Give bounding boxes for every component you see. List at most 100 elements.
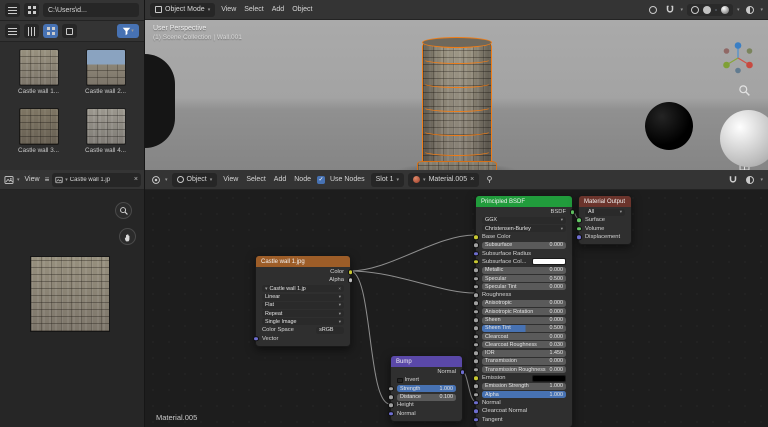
input-socket[interactable] (473, 284, 479, 290)
hamburger-icon[interactable]: ≡ (45, 175, 50, 184)
distance-slider[interactable]: Distance 0.100 (391, 393, 462, 401)
output-socket[interactable] (570, 209, 576, 215)
image-field[interactable]: ▾ Castle wall 1.jp × (256, 285, 350, 293)
sss-method-dropdown[interactable]: Christensen-Burley▾ (476, 225, 572, 233)
bsdf-row-ior[interactable]: IOR1.450 (476, 349, 572, 357)
menu-node[interactable]: Node (292, 176, 313, 183)
proportional-edit-icon[interactable] (646, 3, 659, 16)
filter-settings-button[interactable] (24, 3, 39, 17)
rendered-shading-icon[interactable] (721, 6, 729, 14)
bsdf-row-subsurface[interactable]: Subsurface0.000 (476, 241, 572, 249)
bsdf-row-sheen-tint[interactable]: Sheen Tint0.500 (476, 324, 572, 332)
bsdf-row-anisotropic-rotation[interactable]: Anisotropic Rotation0.000 (476, 308, 572, 316)
target-dropdown[interactable]: All▾ (579, 208, 631, 216)
input-socket[interactable] (473, 400, 479, 406)
input-socket[interactable] (473, 350, 479, 356)
menu-add[interactable]: Add (272, 176, 288, 183)
input-socket[interactable] (576, 234, 582, 240)
strength-slider[interactable]: Strength 1.000 (391, 385, 462, 393)
input-socket[interactable] (473, 359, 479, 365)
menu-add[interactable]: Add (270, 6, 286, 13)
use-nodes-checkbox[interactable]: ✓ Use Nodes (317, 176, 367, 184)
bsdf-row-roughness[interactable]: Roughness (476, 291, 572, 299)
file-item-castle-wall-1[interactable]: Castle wall 1... (6, 49, 71, 105)
input-socket[interactable] (473, 417, 479, 423)
input-socket[interactable] (388, 386, 394, 392)
white-sphere-object[interactable] (720, 110, 768, 167)
invert-checkbox[interactable]: Invert (391, 376, 462, 384)
input-height[interactable]: Height (391, 401, 462, 409)
node-title[interactable]: Principled BSDF (476, 196, 572, 207)
material-output-node[interactable]: Material Output All▾ Surface Volume Disp… (578, 195, 632, 245)
file-item-castle-wall-3[interactable]: Castle wall 3... (6, 108, 71, 164)
viewport-canvas[interactable]: User Perspective (1) Scene Collection | … (145, 20, 768, 170)
input-displacement[interactable]: Displacement (579, 233, 631, 241)
bsdf-row-normal[interactable]: Normal (476, 399, 572, 407)
input-socket[interactable] (388, 394, 394, 400)
output-alpha[interactable]: Alpha (256, 276, 350, 284)
pan-tool-button[interactable] (119, 228, 136, 245)
input-surface[interactable]: Surface (579, 216, 631, 224)
output-socket[interactable] (460, 369, 466, 375)
image-datablock-selector[interactable]: ▾ Castle wall 1.jp × (52, 173, 141, 187)
bsdf-row-sheen[interactable]: Sheen0.000 (476, 316, 572, 324)
input-socket[interactable] (473, 384, 479, 390)
black-sphere-object[interactable] (645, 102, 693, 150)
input-socket[interactable] (473, 375, 479, 381)
input-socket[interactable] (253, 336, 259, 342)
bsdf-row-tangent[interactable]: Tangent (476, 415, 572, 423)
bsdf-row-subsurface-col-[interactable]: Subsurface Col... (476, 258, 572, 266)
input-socket[interactable] (473, 276, 479, 282)
snap-magnet-icon[interactable] (726, 173, 739, 186)
input-socket[interactable] (473, 292, 479, 298)
editor-type-button[interactable] (3, 173, 14, 186)
zoom-icon[interactable] (738, 84, 751, 102)
menu-select[interactable]: Select (242, 6, 265, 13)
tower-object[interactable] (413, 34, 501, 170)
chevron-down-icon[interactable]: ▾ (17, 177, 20, 183)
bsdf-row-transmission[interactable]: Transmission0.000 (476, 357, 572, 365)
input-normal[interactable]: Normal (391, 409, 462, 417)
menu-view[interactable]: View (23, 176, 42, 183)
input-socket[interactable] (473, 301, 479, 307)
view-horizontal-list-button[interactable] (24, 24, 39, 38)
bsdf-row-transmission-roughness[interactable]: Transmission Roughness0.000 (476, 366, 572, 374)
input-socket[interactable] (473, 267, 479, 273)
input-socket[interactable] (388, 411, 394, 417)
bsdf-row-specular[interactable]: Specular0.500 (476, 274, 572, 282)
input-socket[interactable] (473, 243, 479, 249)
input-volume[interactable]: Volume (579, 225, 631, 233)
input-socket[interactable] (576, 218, 582, 224)
snap-magnet-icon[interactable] (663, 3, 676, 16)
input-socket[interactable] (473, 259, 479, 265)
colorspace-row[interactable]: Color Space sRGB (256, 326, 350, 334)
output-socket[interactable] (348, 269, 354, 275)
bsdf-row-metallic[interactable]: Metallic0.000 (476, 266, 572, 274)
color-swatch[interactable] (532, 258, 566, 265)
pin-icon[interactable] (483, 173, 496, 186)
bsdf-row-anisotropic[interactable]: Anisotropic0.000 (476, 299, 572, 307)
slot-dropdown[interactable]: Slot 1 ▾ (371, 173, 404, 187)
projection-dropdown[interactable]: Flat▾ (256, 301, 350, 309)
view-vertical-list-button[interactable] (5, 24, 20, 38)
file-item-castle-wall-4[interactable]: Castle wall 4... (73, 108, 138, 164)
chevron-down-icon[interactable]: ▾ (737, 7, 740, 13)
input-socket[interactable] (473, 342, 479, 348)
file-item-castle-wall-2[interactable]: Castle wall 2... (73, 49, 138, 105)
menu-object[interactable]: Object (290, 6, 314, 13)
bsdf-row-alpha[interactable]: Alpha1.000 (476, 391, 572, 399)
input-socket[interactable] (576, 226, 582, 232)
mode-dropdown[interactable]: Object Mode ▾ (150, 3, 215, 17)
input-socket[interactable] (473, 326, 479, 332)
unlink-icon[interactable]: × (470, 176, 474, 183)
overlays-icon[interactable] (743, 173, 756, 186)
input-socket[interactable] (473, 334, 479, 340)
bsdf-row-base-color[interactable]: Base Color (476, 233, 572, 241)
color-swatch[interactable] (532, 375, 566, 382)
node-title[interactable]: Material Output (579, 196, 631, 207)
input-socket[interactable] (473, 317, 479, 323)
bsdf-row-clearcoat[interactable]: Clearcoat0.000 (476, 332, 572, 340)
shader-type-dropdown[interactable]: Object ▾ (172, 173, 218, 187)
output-normal[interactable]: Normal (391, 368, 462, 376)
wireframe-shading-icon[interactable] (691, 6, 699, 14)
